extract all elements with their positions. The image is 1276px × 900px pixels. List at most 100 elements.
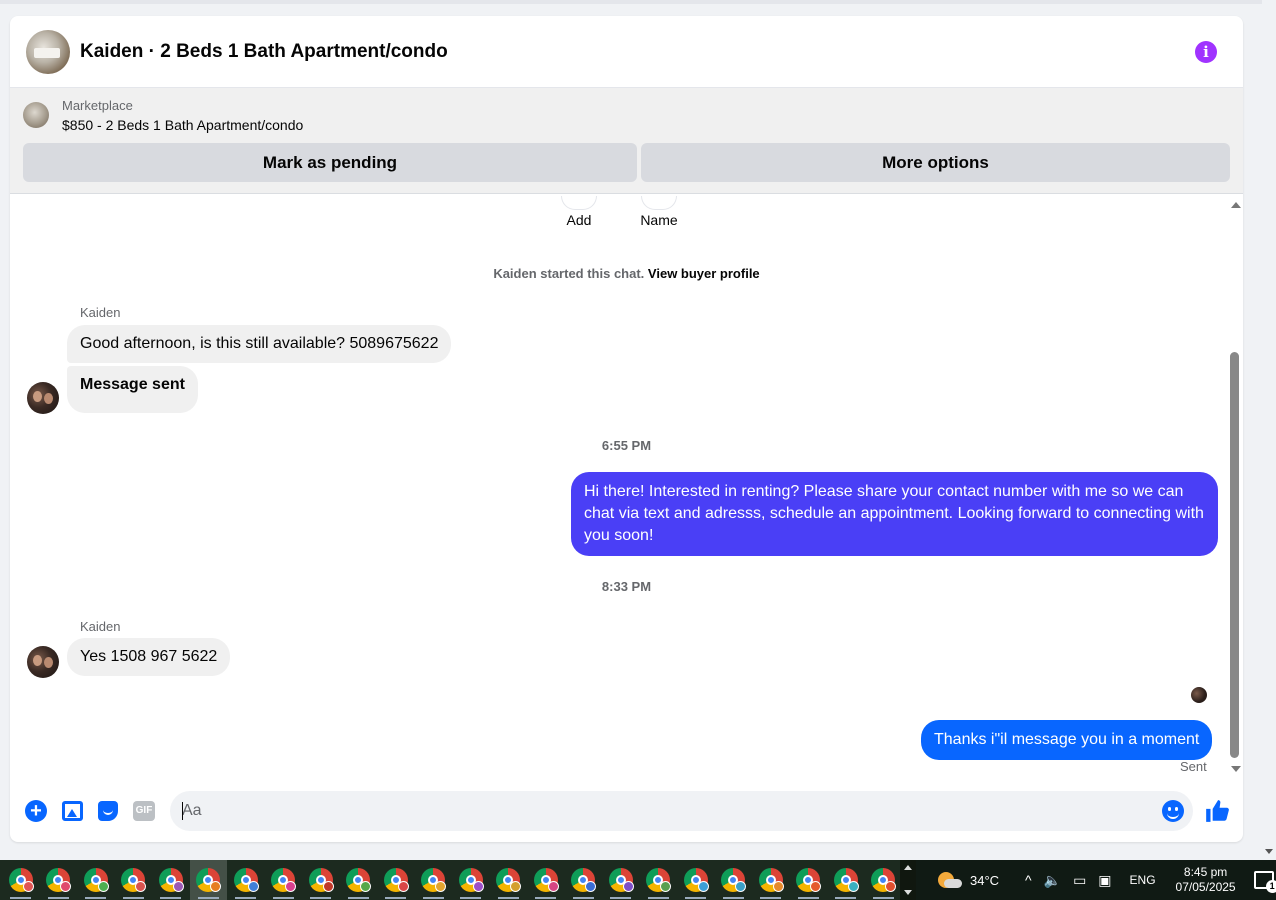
message-input-wrapper[interactable] bbox=[170, 791, 1193, 831]
taskbar-chrome-profile-20[interactable] bbox=[715, 860, 753, 900]
profile-badge-icon bbox=[360, 881, 371, 892]
running-indicator bbox=[722, 897, 744, 899]
taskbar-chrome-profile-23[interactable] bbox=[827, 860, 865, 900]
clock[interactable]: 8:45 pm 07/05/2025 bbox=[1176, 865, 1236, 895]
running-indicator bbox=[760, 897, 781, 899]
name-action[interactable]: Name bbox=[635, 196, 683, 228]
outgoing-message-bubble[interactable]: Thanks i"il message you in a moment bbox=[921, 720, 1213, 760]
notification-count: 1 bbox=[1265, 880, 1276, 893]
taskbar-chrome-profile-7[interactable] bbox=[227, 860, 265, 900]
chat-started-text: Kaiden started this chat. bbox=[493, 266, 645, 281]
running-indicator bbox=[47, 897, 69, 899]
taskbar-chrome-profile-1[interactable] bbox=[2, 860, 40, 900]
view-buyer-profile-link[interactable]: View buyer profile bbox=[648, 266, 760, 281]
listing-actions: Mark as pending More options bbox=[23, 143, 1230, 182]
profile-badge-icon bbox=[397, 881, 409, 892]
running-indicator bbox=[197, 897, 219, 899]
gif-button[interactable]: GIF bbox=[132, 799, 156, 823]
taskbar-chrome-profile-10[interactable] bbox=[340, 860, 378, 900]
chat-title[interactable]: Kaiden · 2 Beds 1 Bath Apartment/condo bbox=[80, 41, 1195, 63]
profile-badge-icon bbox=[135, 881, 146, 892]
taskbar-chrome-profile-9[interactable] bbox=[302, 860, 340, 900]
listing-row[interactable]: Marketplace $850 - 2 Beds 1 Bath Apartme… bbox=[23, 96, 1230, 134]
running-indicator bbox=[535, 897, 556, 899]
taskbar-chrome-profile-15[interactable] bbox=[527, 860, 565, 900]
notification-center-icon[interactable]: 1 bbox=[1253, 871, 1276, 893]
weather-icon[interactable] bbox=[938, 870, 962, 890]
taskbar-chrome-profile-14[interactable] bbox=[490, 860, 528, 900]
taskbar-chrome-profile-2[interactable] bbox=[40, 860, 78, 900]
taskbar-scroll-up-icon[interactable] bbox=[904, 865, 912, 870]
clock-date: 07/05/2025 bbox=[1175, 880, 1236, 894]
incoming-message-bubble[interactable]: Message sent bbox=[67, 366, 198, 413]
profile-badge-icon bbox=[660, 881, 671, 892]
taskbar-chrome-profile-22[interactable] bbox=[790, 860, 828, 900]
taskbar-chrome-profile-19[interactable] bbox=[677, 860, 715, 900]
listing-name[interactable]: $850 - 2 Beds 1 Bath Apartment/condo bbox=[62, 117, 303, 133]
listing-avatar[interactable] bbox=[26, 29, 70, 74]
info-icon[interactable]: i bbox=[1195, 40, 1217, 63]
name-action-icon bbox=[641, 196, 677, 210]
scrollbar-thumb[interactable] bbox=[1230, 352, 1239, 758]
scroll-up-arrow-icon[interactable] bbox=[1231, 202, 1241, 208]
running-indicator bbox=[647, 897, 669, 899]
message-composer: + GIF bbox=[10, 780, 1243, 842]
taskbar-chrome-profile-13[interactable] bbox=[452, 860, 490, 900]
incoming-message-bubble[interactable]: Yes 1508 967 5622 bbox=[67, 638, 231, 676]
profile-badge-icon bbox=[810, 881, 821, 892]
sender-avatar[interactable] bbox=[27, 382, 59, 414]
running-indicator bbox=[610, 897, 631, 899]
taskbar-scroll[interactable] bbox=[900, 860, 916, 900]
like-button[interactable] bbox=[1203, 797, 1231, 825]
profile-badge-icon bbox=[22, 881, 34, 892]
page-scroll-down-icon[interactable] bbox=[1265, 849, 1273, 854]
sender-avatar[interactable] bbox=[27, 646, 59, 678]
message-scrollbar[interactable] bbox=[1229, 196, 1241, 778]
profile-badge-icon bbox=[247, 881, 259, 892]
taskbar-chrome-profile-5[interactable] bbox=[152, 860, 190, 900]
profile-badge-icon bbox=[885, 881, 896, 892]
taskbar-chrome-profile-12[interactable] bbox=[415, 860, 453, 900]
show-hidden-icons-chevron-icon[interactable]: ^ bbox=[1025, 872, 1032, 888]
attach-photo-button[interactable] bbox=[60, 799, 84, 823]
taskbar-chrome-profile-11[interactable] bbox=[377, 860, 415, 900]
taskbar-chrome-profile-17[interactable] bbox=[602, 860, 640, 900]
page-top-border bbox=[0, 0, 1276, 4]
mark-as-pending-button[interactable]: Mark as pending bbox=[23, 143, 637, 182]
taskbar-chrome-profile-18[interactable] bbox=[640, 860, 678, 900]
incoming-message-bubble[interactable]: Good afternoon, is this still available?… bbox=[67, 325, 452, 363]
more-actions-button[interactable]: + bbox=[24, 799, 48, 823]
taskbar-chrome-profile-24[interactable] bbox=[865, 860, 901, 900]
thumbs-up-icon bbox=[1206, 800, 1229, 822]
taskbar-chrome-profile-4[interactable] bbox=[115, 860, 153, 900]
taskbar-chrome-profile-8[interactable] bbox=[265, 860, 303, 900]
taskbar-chrome-profile-6[interactable] bbox=[189, 860, 227, 900]
profile-badge-icon bbox=[585, 881, 596, 892]
add-friend-action[interactable]: Add bbox=[555, 196, 603, 228]
outgoing-message-bubble[interactable]: Hi there! Interested in renting? Please … bbox=[571, 472, 1218, 556]
message-timestamp: 8:33 PM bbox=[601, 579, 652, 594]
meet-icon[interactable]: ▣ bbox=[1098, 872, 1111, 889]
profile-badge-icon bbox=[435, 881, 446, 892]
emoji-icon[interactable] bbox=[1162, 800, 1184, 822]
chat-header: Kaiden · 2 Beds 1 Bath Apartment/condo i bbox=[10, 16, 1243, 88]
taskbar-apps bbox=[0, 860, 900, 900]
volume-icon[interactable]: 🔈 bbox=[1044, 872, 1061, 889]
weather-temperature[interactable]: 34°C bbox=[970, 873, 999, 888]
more-options-button[interactable]: More options bbox=[641, 143, 1230, 182]
network-icon[interactable]: ▭ bbox=[1073, 872, 1086, 889]
taskbar-scroll-down-icon[interactable] bbox=[904, 890, 912, 895]
message-input[interactable] bbox=[182, 802, 1162, 820]
running-indicator bbox=[685, 897, 706, 899]
profile-badge-icon bbox=[97, 881, 109, 892]
taskbar-chrome-profile-16[interactable] bbox=[565, 860, 603, 900]
taskbar-chrome-profile-21[interactable] bbox=[752, 860, 790, 900]
language-indicator[interactable]: ENG bbox=[1130, 873, 1156, 887]
sticker-button[interactable] bbox=[96, 799, 120, 823]
running-indicator bbox=[122, 897, 144, 899]
taskbar-chrome-profile-3[interactable] bbox=[77, 860, 115, 900]
scroll-down-arrow-icon[interactable] bbox=[1231, 766, 1241, 772]
listing-thumbnail[interactable] bbox=[23, 102, 49, 128]
profile-badge-icon bbox=[210, 881, 221, 892]
page-scrollbar[interactable] bbox=[1262, 0, 1276, 860]
